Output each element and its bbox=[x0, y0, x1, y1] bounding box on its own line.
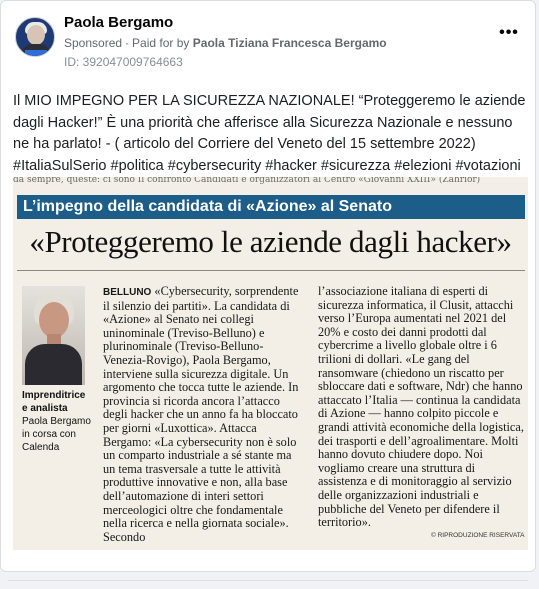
sponsor-line: Sponsored · Paid for by Paola Tiziana Fran… bbox=[64, 36, 387, 50]
article-body-1: «Cybersecurity, sorprendente il silenzio… bbox=[103, 284, 299, 544]
paid-for-prefix: Paid for by bbox=[132, 36, 190, 50]
author-avatar[interactable] bbox=[15, 17, 55, 57]
article-column-1: BELLUNO «Cybersecurity, sorprendente il … bbox=[103, 284, 303, 544]
article-band-title: L’impegno della candidata di «Azione» al… bbox=[17, 195, 525, 219]
avatar-face bbox=[27, 25, 45, 45]
more-options-icon[interactable]: ••• bbox=[495, 25, 523, 46]
ad-post-card: Paola Bergamo Sponsored · Paid for by Paol… bbox=[0, 0, 536, 572]
candidate-photo bbox=[22, 286, 85, 385]
sponsored-label: Sponsored bbox=[64, 36, 123, 50]
author-name[interactable]: Paola Bergamo bbox=[64, 14, 173, 31]
post-text: Il MIO IMPEGNO PER LA SICUREZZA NAZIONAL… bbox=[13, 93, 526, 174]
caption-text: Paola Bergamo in corsa con Calenda bbox=[22, 416, 91, 453]
separator-dot: · bbox=[125, 36, 130, 50]
paid-by-name[interactable]: Paola Tiziana Francesca Bergamo bbox=[193, 36, 387, 50]
newspaper-clipping-image[interactable]: da sempre, queste: ci sono Il confronto … bbox=[13, 177, 528, 550]
reserved-rights: © RIPRODUZIONE RISERVATA bbox=[431, 532, 525, 539]
article-kicker: BELLUNO bbox=[103, 287, 152, 298]
photo-caption: Imprenditrice e analista Paola Bergamo i… bbox=[22, 389, 92, 454]
caption-title: Imprenditrice e analista bbox=[22, 390, 86, 414]
article-headline: «Proteggeremo le aziende dagli hacker» bbox=[29, 224, 512, 259]
article-column-2: l’associazione italiana di esperti di si… bbox=[318, 284, 524, 530]
post-header: Paola Bergamo Sponsored · Paid for by Paol… bbox=[11, 11, 527, 69]
ad-id: ID: 392047009764663 bbox=[64, 55, 183, 69]
feed-divider bbox=[8, 580, 528, 581]
photo-neck bbox=[47, 334, 61, 344]
avatar-badge bbox=[25, 50, 47, 56]
photo-body bbox=[25, 344, 82, 385]
clipping-cut-text: da sempre, queste: ci sono Il confronto … bbox=[13, 177, 481, 185]
photo-face bbox=[39, 302, 69, 338]
headline-rule bbox=[17, 270, 525, 271]
